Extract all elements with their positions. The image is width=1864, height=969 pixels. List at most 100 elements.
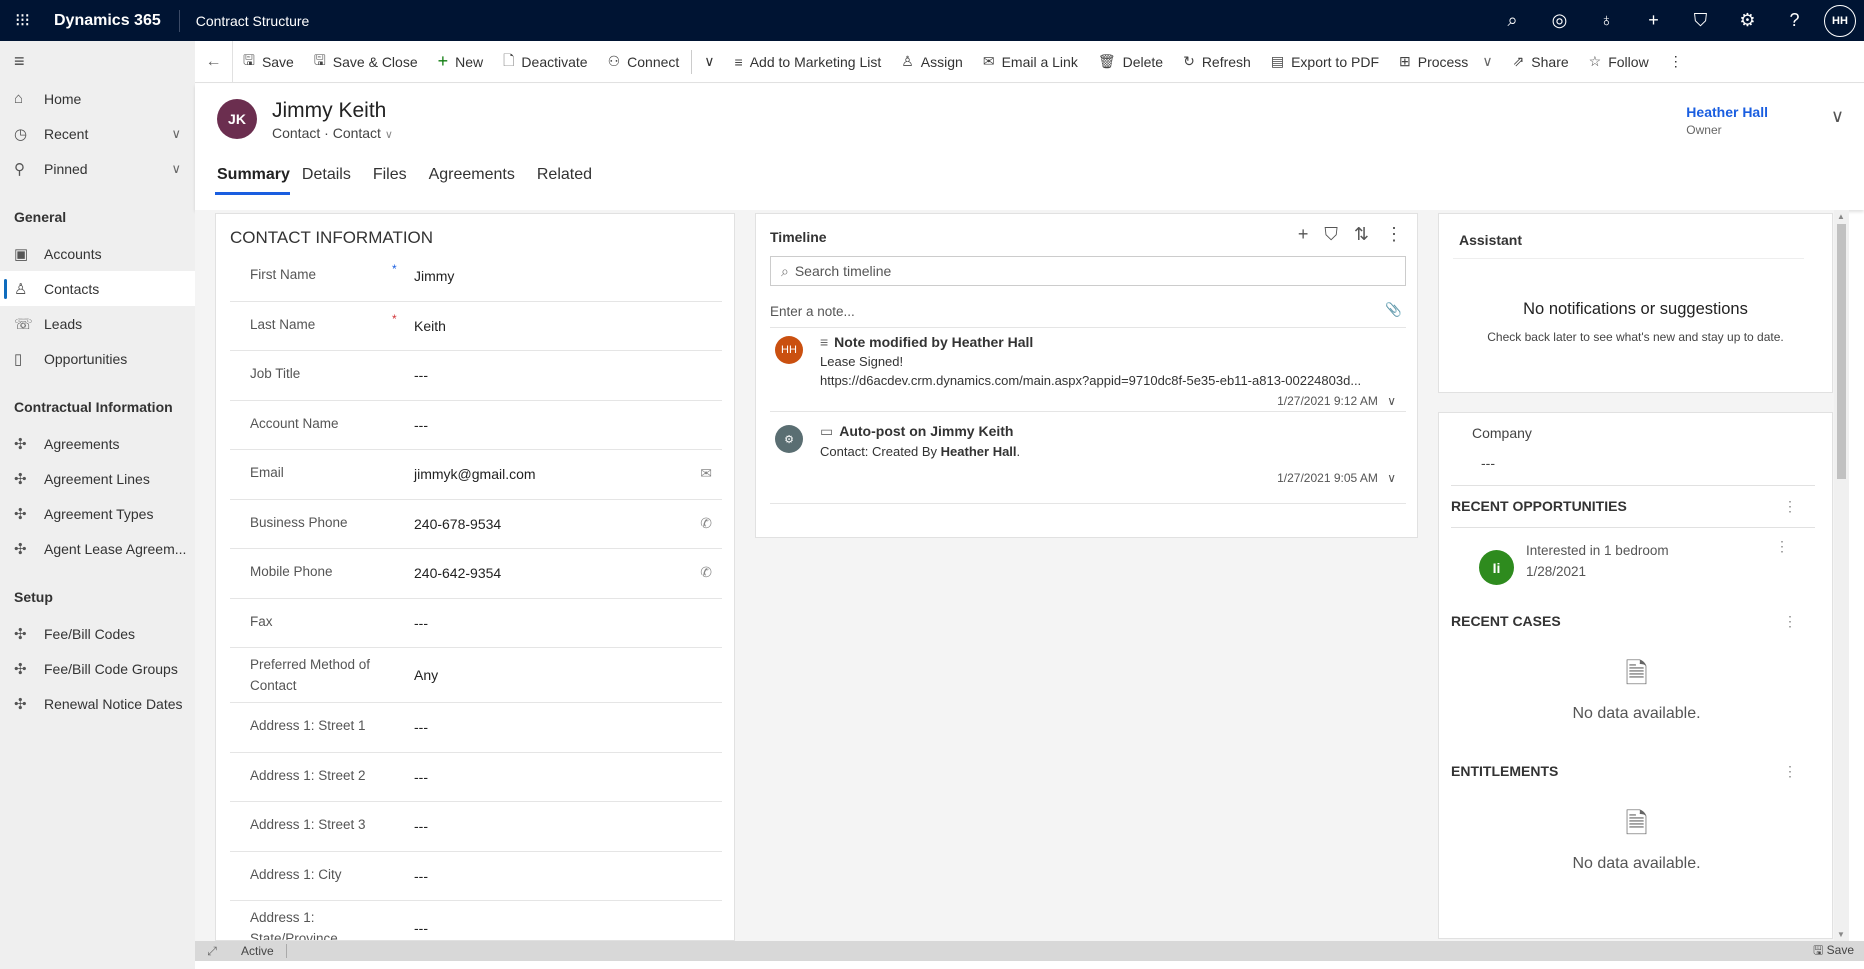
chevron-down-icon[interactable]: ∨ — [385, 129, 393, 141]
sidebar-item-fee-bill-code-groups[interactable]: ✣ Fee/Bill Code Groups — [0, 651, 195, 686]
sidebar-item-agreement-types[interactable]: ✣ Agreement Types — [0, 496, 195, 531]
field-value[interactable]: Keith — [414, 318, 446, 334]
more-vertical-icon[interactable]: ⋮ — [1775, 538, 1789, 555]
search-timeline-input[interactable]: ⌕ Search timeline — [770, 256, 1406, 286]
deactivate-button[interactable]: 🗋 Deactivate — [493, 41, 597, 83]
field-value[interactable]: --- — [414, 417, 428, 433]
refresh-button[interactable]: ↻ Refresh — [1173, 41, 1261, 83]
sidebar-item-recent[interactable]: ◷ Recent ∨ — [0, 116, 195, 151]
timeline-item[interactable]: ⚙ ▭ Auto-post on Jimmy Keith Contact: Cre… — [770, 419, 1406, 504]
more-vertical-icon[interactable]: ⋮ — [1385, 224, 1403, 245]
field-value[interactable]: jimmyk@gmail.com — [414, 466, 536, 482]
save-close-button[interactable]: 🖫 Save & Close — [304, 41, 428, 83]
sort-icon[interactable]: ⇅ — [1354, 224, 1369, 245]
delete-button[interactable]: 🗑 Delete — [1088, 41, 1173, 83]
chevron-down-icon[interactable]: ∨ — [171, 126, 181, 142]
field-value[interactable]: --- — [414, 367, 428, 383]
timeline-item-link[interactable]: https://d6acdev.crm.dynamics.com/main.as… — [820, 373, 1361, 388]
sidebar-item-agent-lease-agreements[interactable]: ✣ Agent Lease Agreem... — [0, 531, 195, 566]
assign-button[interactable]: ♙ Assign — [891, 41, 973, 83]
company-value[interactable]: --- — [1481, 455, 1495, 471]
field-value[interactable]: 240-678-9534 — [414, 516, 501, 532]
tab-related[interactable]: Related — [535, 166, 602, 195]
owner-link[interactable]: Heather Hall — [1686, 104, 1768, 120]
sidebar-item-agreements[interactable]: ✣ Agreements — [0, 426, 195, 461]
plus-icon[interactable]: + — [1298, 224, 1309, 245]
footer-save-button[interactable]: 🖫 Save — [1813, 941, 1854, 962]
scroll-down-arrow-icon[interactable]: ▼ — [1837, 930, 1845, 939]
sidebar-item-renewal-notice-dates[interactable]: ✣ Renewal Notice Dates — [0, 686, 195, 721]
user-link[interactable]: Heather Hall — [941, 444, 1017, 459]
user-avatar[interactable]: HH — [1824, 4, 1856, 37]
expand-icon[interactable]: ⤢ — [195, 944, 229, 959]
export-to-pdf-button[interactable]: ▤ Export to PDF — [1261, 41, 1389, 83]
connect-button[interactable]: ⚇ Connect — [598, 41, 690, 83]
field-value[interactable]: --- — [414, 920, 428, 936]
brand-name[interactable]: Dynamics 365 — [44, 9, 180, 32]
search-icon[interactable]: ⌕ — [1489, 10, 1536, 31]
filter-icon[interactable]: ⛉ — [1324, 224, 1338, 245]
attachment-icon[interactable]: 📎 — [1385, 302, 1402, 318]
field-row: Mobile Phone 240-642-9354 ✆ — [230, 549, 722, 599]
gear-icon[interactable]: ⚙ — [1724, 10, 1771, 31]
field-value[interactable]: Any — [414, 667, 438, 683]
sidebar-item-accounts[interactable]: ▣ Accounts — [0, 236, 195, 271]
sidebar-item-contacts[interactable]: ♙ Contacts — [0, 271, 195, 306]
app-launcher-icon[interactable]: ⁝⁝⁝ — [0, 10, 44, 31]
more-commands-button[interactable]: ⋮ — [1659, 41, 1693, 83]
tab-details[interactable]: Details — [300, 166, 361, 195]
chevron-down-icon[interactable]: ∨ — [1387, 471, 1396, 485]
share-button[interactable]: ⇗ Share — [1503, 41, 1579, 83]
sidebar-item-opportunities[interactable]: ▯ Opportunities — [0, 341, 195, 376]
chevron-down-icon[interactable]: ∨ — [171, 161, 181, 177]
field-value[interactable]: 240-642-9354 — [414, 565, 501, 581]
more-vertical-icon[interactable]: ⋮ — [1783, 763, 1797, 780]
connect-dropdown-button[interactable]: ∨ — [694, 41, 724, 83]
more-vertical-icon[interactable]: ⋮ — [1783, 613, 1797, 630]
back-button[interactable]: ← — [195, 40, 233, 83]
phone-icon[interactable]: ✆ — [700, 515, 712, 532]
star-icon: ☆ — [1588, 53, 1602, 69]
field-value[interactable]: --- — [414, 818, 428, 834]
timeline-item[interactable]: HH ≡ Note modified by Heather Hall Lease … — [770, 330, 1406, 412]
sidebar-item-pinned[interactable]: ⚲ Pinned ∨ — [0, 151, 195, 186]
timeline-timestamp: 1/27/2021 9:12 AM ∨ — [1277, 394, 1396, 408]
sidebar-item-agreement-lines[interactable]: ✣ Agreement Lines — [0, 461, 195, 496]
task-icon[interactable]: ◎ — [1536, 10, 1583, 31]
follow-button[interactable]: ☆ Follow — [1579, 41, 1659, 83]
header-expand-chevron-icon[interactable]: ∨ — [1831, 106, 1844, 127]
add-to-marketing-list-button[interactable]: ≡ Add to Marketing List — [725, 41, 892, 83]
field-value[interactable]: --- — [414, 769, 428, 785]
sidebar-item-leads[interactable]: ☏ Leads — [0, 306, 195, 341]
tab-files[interactable]: Files — [371, 166, 417, 195]
filter-icon[interactable]: ⛉ — [1677, 10, 1724, 31]
opportunity-list-item[interactable]: Ii Interested in 1 bedroom 1/28/2021 ⋮ — [1451, 527, 1815, 607]
tab-agreements[interactable]: Agreements — [427, 166, 525, 195]
vertical-scrollbar[interactable]: ▲ ▼ — [1834, 210, 1849, 941]
field-value[interactable]: --- — [414, 868, 428, 884]
new-button[interactable]: + New — [428, 41, 494, 83]
email-icon[interactable]: ✉ — [700, 465, 712, 482]
plus-icon[interactable]: + — [1630, 10, 1677, 31]
form-selector[interactable]: Contact — [333, 125, 381, 141]
more-vertical-icon[interactable]: ⋮ — [1783, 498, 1797, 515]
note-input[interactable]: Enter a note... 📎 — [770, 298, 1406, 328]
save-button[interactable]: 🖫 Save — [233, 41, 304, 83]
app-title[interactable]: Contract Structure — [180, 13, 310, 29]
field-value[interactable]: Jimmy — [414, 268, 454, 284]
tab-summary[interactable]: Summary — [215, 166, 290, 195]
process-button[interactable]: ⊞ Process ∨ — [1389, 41, 1503, 83]
field-value[interactable]: --- — [414, 719, 428, 735]
sidebar-item-fee-bill-codes[interactable]: ✣ Fee/Bill Codes — [0, 616, 195, 651]
email-a-link-button[interactable]: ✉ Email a Link — [973, 41, 1088, 83]
chevron-down-icon[interactable]: ∨ — [1387, 394, 1396, 408]
lightbulb-icon[interactable]: ♁ — [1583, 10, 1630, 31]
hamburger-menu-icon[interactable]: ≡ — [0, 41, 195, 81]
field-value[interactable]: --- — [414, 615, 428, 631]
phone-icon[interactable]: ✆ — [700, 564, 712, 581]
help-icon[interactable]: ? — [1771, 10, 1818, 31]
scroll-up-arrow-icon[interactable]: ▲ — [1837, 212, 1845, 221]
scrollbar-thumb[interactable] — [1837, 224, 1846, 479]
sidebar-item-home[interactable]: ⌂ Home — [0, 81, 195, 116]
opportunity-name[interactable]: Interested in 1 bedroom — [1526, 540, 1669, 561]
